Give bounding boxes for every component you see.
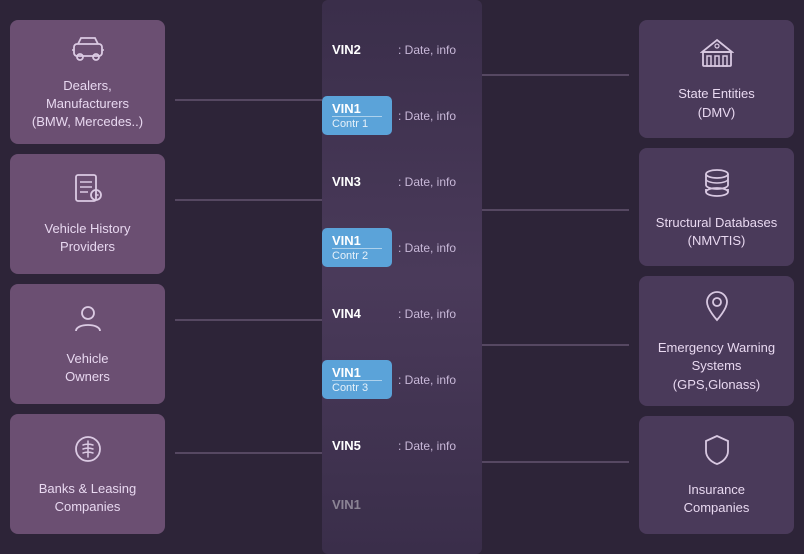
state-entities-label: State Entities (DMV) bbox=[678, 85, 755, 121]
vehicle-owners-label: Vehicle Owners bbox=[65, 350, 110, 386]
banks-label: Banks & Leasing Companies bbox=[39, 480, 137, 516]
vin-box-1: VIN1 Contr 1 bbox=[322, 96, 392, 135]
vin-label-4: : Date, info bbox=[398, 307, 456, 321]
structural-db-box: Structural Databases (NMVTIS) bbox=[639, 148, 794, 266]
vin-box-5: VIN1 Contr 3 bbox=[322, 360, 392, 399]
insurance-box: Insurance Companies bbox=[639, 416, 794, 534]
vin-box-7: VIN1 bbox=[322, 492, 392, 517]
db-icon bbox=[701, 167, 733, 206]
center-item-5: VIN1 Contr 3 : Date, info bbox=[322, 360, 482, 399]
insurance-icon bbox=[702, 434, 732, 473]
state-entities-box: State Entities (DMV) bbox=[639, 20, 794, 138]
vin-num-7: VIN1 bbox=[332, 497, 361, 512]
gps-box: Emergency Warning Systems (GPS,Glonass) bbox=[639, 276, 794, 406]
vin-num-3: VIN1 bbox=[332, 233, 361, 248]
vin-sub-5: Contr 3 bbox=[332, 380, 382, 394]
vin-box-2: VIN3 bbox=[322, 169, 392, 194]
vin-label-2: : Date, info bbox=[398, 175, 456, 189]
center-item-7: VIN1 bbox=[322, 492, 482, 517]
vin-box-6: VIN5 bbox=[322, 433, 392, 458]
gps-label: Emergency Warning Systems (GPS,Glonass) bbox=[649, 339, 784, 394]
dealers-box: Dealers, Manufacturers (BMW, Mercedes..) bbox=[10, 20, 165, 144]
vin-num-1: VIN1 bbox=[332, 101, 361, 116]
history-providers-box: Vehicle History Providers bbox=[10, 154, 165, 274]
car-icon bbox=[70, 34, 106, 69]
vin-label-0: : Date, info bbox=[398, 43, 456, 57]
vin-num-0: VIN2 bbox=[332, 42, 361, 57]
vin-sub-1: Contr 1 bbox=[332, 116, 382, 130]
left-column: Dealers, Manufacturers (BMW, Mercedes..)… bbox=[0, 0, 175, 554]
center-item-0: VIN2 : Date, info bbox=[322, 37, 482, 62]
vin-box-4: VIN4 bbox=[322, 301, 392, 326]
vin-box-0: VIN2 bbox=[322, 37, 392, 62]
structural-db-label: Structural Databases (NMVTIS) bbox=[656, 214, 777, 250]
center-item-4: VIN4 : Date, info bbox=[322, 301, 482, 326]
vin-label-3: : Date, info bbox=[398, 241, 456, 255]
dealers-label: Dealers, Manufacturers (BMW, Mercedes..) bbox=[20, 77, 155, 132]
vin-label-6: : Date, info bbox=[398, 439, 456, 453]
vin-num-5: VIN1 bbox=[332, 365, 361, 380]
vin-num-4: VIN4 bbox=[332, 306, 361, 321]
vin-num-6: VIN5 bbox=[332, 438, 361, 453]
vin-num-2: VIN3 bbox=[332, 174, 361, 189]
gps-icon bbox=[703, 290, 731, 331]
insurance-label: Insurance Companies bbox=[684, 481, 750, 517]
vin-label-1: : Date, info bbox=[398, 109, 456, 123]
diagram-container: Dealers, Manufacturers (BMW, Mercedes..)… bbox=[0, 0, 804, 554]
center-item-1: VIN1 Contr 1 : Date, info bbox=[322, 96, 482, 135]
center-background bbox=[322, 0, 482, 554]
govt-icon bbox=[700, 38, 734, 77]
vin-label-5: : Date, info bbox=[398, 373, 456, 387]
right-column: State Entities (DMV) Structural Database… bbox=[629, 0, 804, 554]
center-item-6: VIN5 : Date, info bbox=[322, 433, 482, 458]
center-column: VIN2 : Date, info VIN1 Contr 1 : Date, i… bbox=[175, 0, 629, 554]
center-item-2: VIN3 : Date, info bbox=[322, 169, 482, 194]
owner-icon bbox=[72, 303, 104, 342]
center-item-3: VIN1 Contr 2 : Date, info bbox=[322, 228, 482, 267]
bank-icon bbox=[72, 433, 104, 472]
banks-box: Banks & Leasing Companies bbox=[10, 414, 165, 534]
vin-box-3: VIN1 Contr 2 bbox=[322, 228, 392, 267]
vin-sub-3: Contr 2 bbox=[332, 248, 382, 262]
history-providers-label: Vehicle History Providers bbox=[45, 220, 131, 256]
vehicle-owners-box: Vehicle Owners bbox=[10, 284, 165, 404]
history-icon bbox=[72, 173, 104, 212]
